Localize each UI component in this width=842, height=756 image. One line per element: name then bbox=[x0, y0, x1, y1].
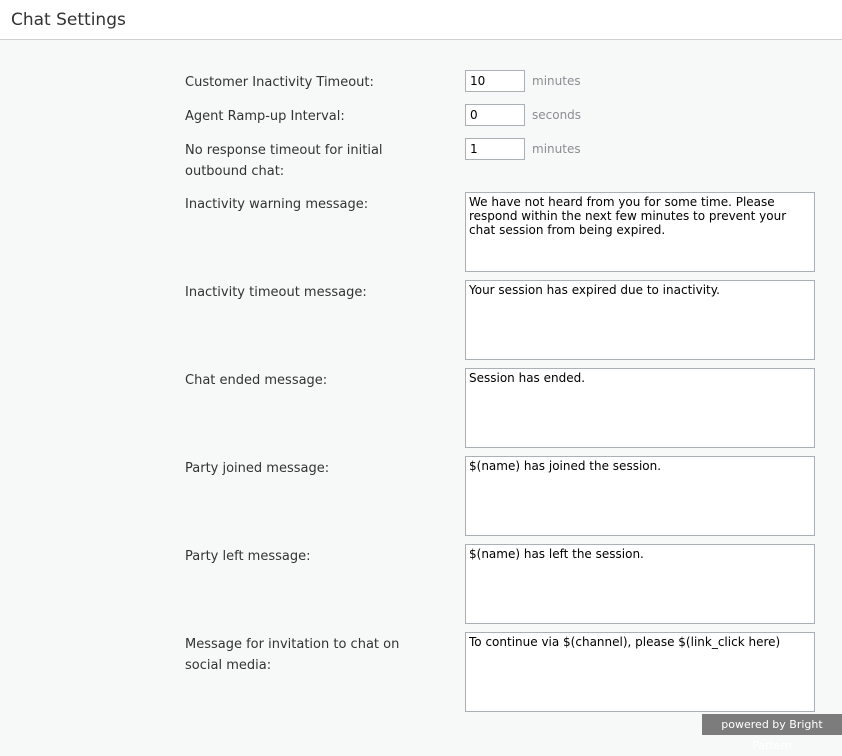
party-joined-textarea[interactable]: $(name) has joined the session. bbox=[465, 456, 815, 536]
party-left-textarea[interactable]: $(name) has left the session. bbox=[465, 544, 815, 624]
no-response-timeout-unit: minutes bbox=[532, 142, 581, 156]
no-response-timeout-input[interactable] bbox=[465, 138, 525, 160]
social-invitation-textarea[interactable]: To continue via $(channel), please $(lin… bbox=[465, 632, 815, 712]
customer-inactivity-timeout-unit: minutes bbox=[532, 74, 581, 88]
no-response-timeout-label: No response timeout for initial outbound… bbox=[185, 143, 383, 179]
customer-inactivity-timeout-input[interactable] bbox=[465, 70, 525, 92]
chat-ended-textarea[interactable]: Session has ended. bbox=[465, 368, 815, 448]
party-joined-label: Party joined message: bbox=[185, 461, 330, 476]
page-title: Chat Settings bbox=[11, 10, 126, 30]
agent-rampup-interval-label: Agent Ramp-up Interval: bbox=[185, 109, 345, 124]
inactivity-timeout-label: Inactivity timeout message: bbox=[185, 285, 367, 300]
agent-rampup-interval-unit: seconds bbox=[532, 108, 582, 122]
inactivity-warning-textarea[interactable]: We have not heard from you for some time… bbox=[465, 192, 815, 272]
inactivity-timeout-textarea[interactable]: Your session has expired due to inactivi… bbox=[465, 280, 815, 360]
inactivity-warning-label: Inactivity warning message: bbox=[185, 197, 369, 212]
powered-by-badge: powered by Bright Pattern bbox=[702, 714, 842, 752]
social-invitation-label: Message for invitation to chat on social… bbox=[185, 637, 400, 673]
agent-rampup-interval-input[interactable] bbox=[465, 104, 525, 126]
party-left-label: Party left message: bbox=[185, 549, 311, 564]
chat-ended-label: Chat ended message: bbox=[185, 373, 328, 388]
customer-inactivity-timeout-label: Customer Inactivity Timeout: bbox=[185, 75, 374, 90]
page-header: Chat Settings bbox=[0, 0, 842, 40]
